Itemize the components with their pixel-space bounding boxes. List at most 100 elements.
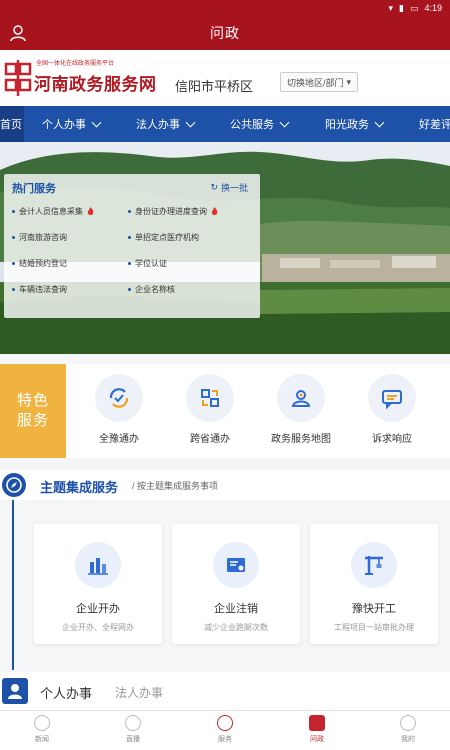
theme-card-title: 企业注销 — [214, 603, 258, 615]
featured-item[interactable]: 跨省通办 — [167, 374, 253, 445]
tab-service[interactable]: 服务 — [195, 715, 255, 744]
brand-header: 全国一体化在线政务服务平台 河南政务服务网 信阳市平桥区 切换地区/部门 ▾ — [0, 50, 450, 106]
hot-service-item[interactable]: 会计人员信息采集 — [12, 206, 94, 217]
wifi-icon: ▾ — [388, 2, 393, 13]
current-city: 信阳市平桥区 — [175, 79, 254, 94]
site-subtitle: 全国一体化在线政务服务平台 — [36, 61, 115, 67]
hot-service-item[interactable]: 身份证办理进度查询 — [128, 206, 218, 217]
bullet-icon — [12, 262, 15, 265]
personal-services-header: 个人办事 法人办事 — [0, 672, 450, 710]
bullet-icon — [12, 288, 15, 291]
nav-item-label: 好差评 — [419, 119, 450, 131]
refresh-button[interactable]: ↻ 换一批 — [210, 181, 248, 194]
featured-item-label: 跨省通办 — [190, 434, 230, 445]
tab-corporate[interactable]: 法人办事 — [115, 684, 163, 701]
tab-mine[interactable]: 我的 — [378, 715, 438, 744]
main-nav: 首页 个人办事 法人办事 公共服务 阳光政务 好差评 — [0, 106, 450, 142]
bottom-tab-bar: 新闻 直播 服务 问政 我的 — [0, 710, 450, 750]
profile-icon — [400, 715, 416, 731]
flame-icon — [87, 207, 94, 215]
app-bar-title: 问政 — [210, 25, 240, 41]
nav-item-label: 阳光政务 — [325, 119, 369, 131]
featured-item-label: 诉求响应 — [372, 434, 412, 445]
theme-card-title: 豫快开工 — [352, 603, 396, 615]
hot-service-label: 河南旅游咨询 — [19, 233, 67, 242]
refresh-label: 换一批 — [220, 183, 248, 193]
hot-service-label: 单招定点医疗机构 — [135, 233, 199, 242]
theme-services-header: 主题集成服务 / 按主题集成服务事项 — [0, 470, 450, 500]
nav-item-public[interactable]: 公共服务 — [230, 106, 290, 142]
chevron-down-icon — [279, 117, 290, 127]
person-icon — [2, 678, 28, 704]
theme-card[interactable]: 企业开办 企业开办、全程网办 — [34, 524, 162, 644]
caret-down-icon: ▾ — [346, 76, 352, 87]
tab-label: 问政 — [310, 736, 324, 743]
tab-inquiry[interactable]: 问政 — [287, 715, 347, 744]
bullet-icon — [128, 262, 131, 265]
crane-icon — [351, 542, 397, 588]
signal-icon: ▮ — [399, 2, 404, 13]
tab-label: 我的 — [401, 736, 415, 743]
hot-service-item[interactable]: 单招定点医疗机构 — [128, 232, 199, 243]
nav-item-label: 个人办事 — [42, 119, 86, 131]
featured-item[interactable]: 全豫通办 — [76, 374, 162, 445]
hot-service-item[interactable]: 结婚预约登记 — [12, 258, 67, 269]
tab-news[interactable]: 新闻 — [12, 715, 72, 744]
hot-service-label: 身份证办理进度查询 — [135, 207, 207, 216]
featured-item-label: 政务服务地图 — [271, 434, 331, 445]
site-name: 河南政务服务网 — [34, 75, 157, 94]
switch-region-button[interactable]: 切换地区/部门 ▾ — [280, 72, 359, 92]
hot-service-item[interactable]: 河南旅游咨询 — [12, 232, 67, 243]
chevron-down-icon — [374, 117, 385, 127]
nav-item-home[interactable]: 首页 — [0, 106, 24, 142]
map-person-icon — [277, 374, 325, 422]
tab-live[interactable]: 直播 — [103, 715, 163, 744]
hot-service-item[interactable]: 车辆违法查询 — [12, 284, 67, 295]
nav-item-corporate[interactable]: 法人办事 — [136, 106, 196, 142]
timeline-line — [12, 500, 14, 670]
exchange-icon — [186, 374, 234, 422]
compass-icon — [2, 473, 26, 497]
app-bar: 问政 — [0, 16, 450, 50]
theme-card-desc: 企业开办、全程网办 — [62, 623, 134, 632]
featured-item[interactable]: 政务服务地图 — [258, 374, 344, 445]
tab-label: 直播 — [126, 736, 140, 743]
news-icon — [34, 715, 50, 731]
switch-region-label: 切换地区/部门 — [287, 77, 344, 88]
live-icon — [125, 715, 141, 731]
refresh-icon: ↻ — [210, 182, 218, 192]
user-icon[interactable] — [8, 23, 28, 43]
nav-item-rating[interactable]: 好差评 — [419, 106, 450, 142]
theme-services-subtitle: / 按主题集成服务事项 — [132, 481, 219, 491]
chevron-down-icon — [185, 117, 196, 127]
hot-service-item[interactable]: 学位认证 — [128, 258, 167, 269]
service-icon — [217, 715, 233, 731]
featured-item[interactable]: 诉求响应 — [349, 374, 435, 445]
bullet-icon — [128, 210, 131, 213]
tab-label: 新闻 — [35, 736, 49, 743]
theme-services-title: 主题集成服务 — [40, 480, 119, 495]
featured-services: 特色 服务 全豫通办 跨省通办 政务服务地图 诉求响应 — [0, 364, 450, 458]
chat-icon — [368, 374, 416, 422]
inquiry-icon — [309, 715, 325, 731]
building-chart-icon — [75, 542, 121, 588]
hot-services-panel: 热门服务 ↻ 换一批 会计人员信息采集 身份证办理进度查询 河南旅游咨询 单招定… — [4, 174, 260, 318]
hot-service-item[interactable]: 企业名称核 — [128, 284, 175, 295]
theme-card[interactable]: 企业注销 减少企业跑腿次数 — [172, 524, 300, 644]
featured-item-label: 全豫通办 — [99, 434, 139, 445]
bullet-icon — [128, 236, 131, 239]
bullet-icon — [12, 210, 15, 213]
certificate-icon — [213, 542, 259, 588]
theme-card[interactable]: 豫快开工 工程项目一站审批办理 — [310, 524, 438, 644]
tab-personal[interactable]: 个人办事 — [40, 683, 92, 702]
chevron-down-icon — [91, 117, 102, 127]
nav-item-personal[interactable]: 个人办事 — [42, 106, 102, 142]
hot-service-label: 企业名称核 — [135, 285, 175, 294]
featured-tag: 特色 服务 — [0, 364, 66, 458]
sync-check-icon — [95, 374, 143, 422]
theme-card-title: 企业开办 — [76, 603, 120, 615]
hot-service-label: 车辆违法查询 — [19, 285, 67, 294]
status-time: 4:19 — [424, 3, 442, 13]
bullet-icon — [12, 236, 15, 239]
nav-item-sunshine[interactable]: 阳光政务 — [325, 106, 385, 142]
